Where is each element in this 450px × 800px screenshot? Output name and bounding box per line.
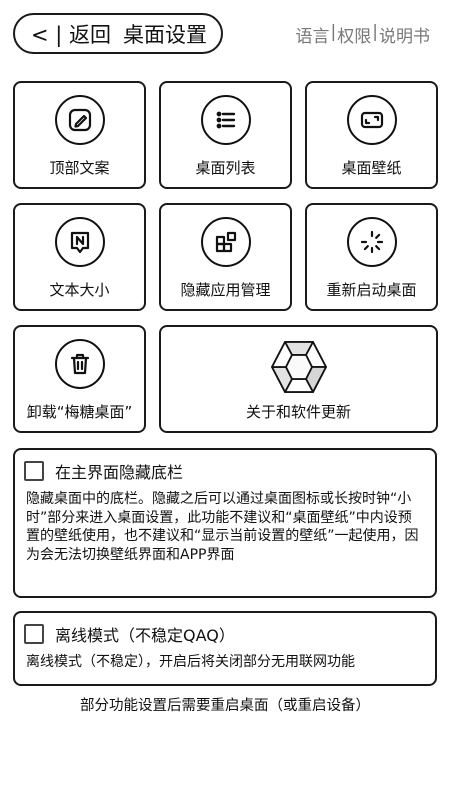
offline-mode-option-card: 离线模式（不稳定QAQ） 离线模式（不稳定），开启后将关闭部分无用联网功能 bbox=[13, 611, 437, 686]
offline-mode-description: 离线模式（不稳定），开启后将关闭部分无用联网功能 bbox=[26, 654, 355, 670]
tile-about-update[interactable]: 关于和软件更新 bbox=[159, 325, 438, 433]
page-title: 桌面设置 bbox=[123, 22, 208, 47]
text-size-icon bbox=[54, 217, 105, 267]
tile-restart-desktop[interactable]: 重新启动桌面 bbox=[305, 203, 438, 311]
tile-label: 桌面壁纸 bbox=[341, 159, 402, 177]
tile-desktop-list[interactable]: 桌面列表 bbox=[159, 81, 292, 189]
tile-label: 隐藏应用管理 bbox=[180, 281, 271, 299]
tile-label: 顶部文案 bbox=[49, 159, 110, 177]
offline-mode-label: 离线模式（不稳定QAQ） bbox=[55, 626, 235, 645]
offline-mode-checkbox[interactable] bbox=[24, 624, 44, 644]
permissions-link[interactable]: 权限 bbox=[337, 22, 371, 47]
tile-label: 重新启动桌面 bbox=[326, 281, 417, 299]
hide-dock-option-card: 在主界面隐藏底栏 隐藏桌面中的底栏。隐藏之后可以通过桌面图标或长按时钟“小时”部… bbox=[13, 448, 437, 598]
link-separator: | bbox=[372, 22, 378, 42]
apps-icon bbox=[200, 217, 251, 267]
tile-uninstall[interactable]: 卸载“梅糖桌面” bbox=[13, 325, 146, 433]
back-button[interactable]: < | 返回 桌面设置 bbox=[13, 13, 223, 54]
tile-label: 文本大小 bbox=[49, 281, 110, 299]
list-icon bbox=[200, 95, 251, 145]
hide-dock-checkbox[interactable] bbox=[24, 461, 44, 481]
tile-label: 卸载“梅糖桌面” bbox=[26, 403, 133, 421]
language-link[interactable]: 语言 bbox=[296, 22, 330, 47]
app-logo bbox=[270, 339, 328, 399]
manual-link[interactable]: 说明书 bbox=[379, 22, 430, 47]
hide-dock-label: 在主界面隐藏底栏 bbox=[55, 463, 184, 482]
tile-hidden-apps[interactable]: 隐藏应用管理 bbox=[159, 203, 292, 311]
top-links: 语言 | 权限 | 说明书 bbox=[296, 22, 430, 47]
back-label: < | 返回 bbox=[31, 22, 112, 47]
tile-top-text[interactable]: 顶部文案 bbox=[13, 81, 146, 189]
edit-icon bbox=[54, 95, 105, 145]
trash-icon bbox=[54, 339, 105, 389]
tile-label: 关于和软件更新 bbox=[245, 403, 351, 421]
hide-dock-toggle[interactable]: 在主界面隐藏底栏 bbox=[24, 459, 183, 483]
offline-mode-toggle[interactable]: 离线模式（不稳定QAQ） bbox=[24, 622, 235, 646]
wallpaper-icon bbox=[346, 95, 397, 145]
link-separator: | bbox=[330, 22, 337, 42]
tile-text-size[interactable]: 文本大小 bbox=[13, 203, 146, 311]
restart-icon bbox=[346, 217, 397, 267]
restart-hint: 部分功能设置后需要重启桌面（或重启设备） bbox=[80, 698, 370, 714]
hide-dock-description: 隐藏桌面中的底栏。隐藏之后可以通过桌面图标或长按时钟“小时”部分来进入桌面设置，… bbox=[26, 491, 419, 563]
tile-wallpaper[interactable]: 桌面壁纸 bbox=[305, 81, 438, 189]
tile-label: 桌面列表 bbox=[195, 159, 256, 177]
